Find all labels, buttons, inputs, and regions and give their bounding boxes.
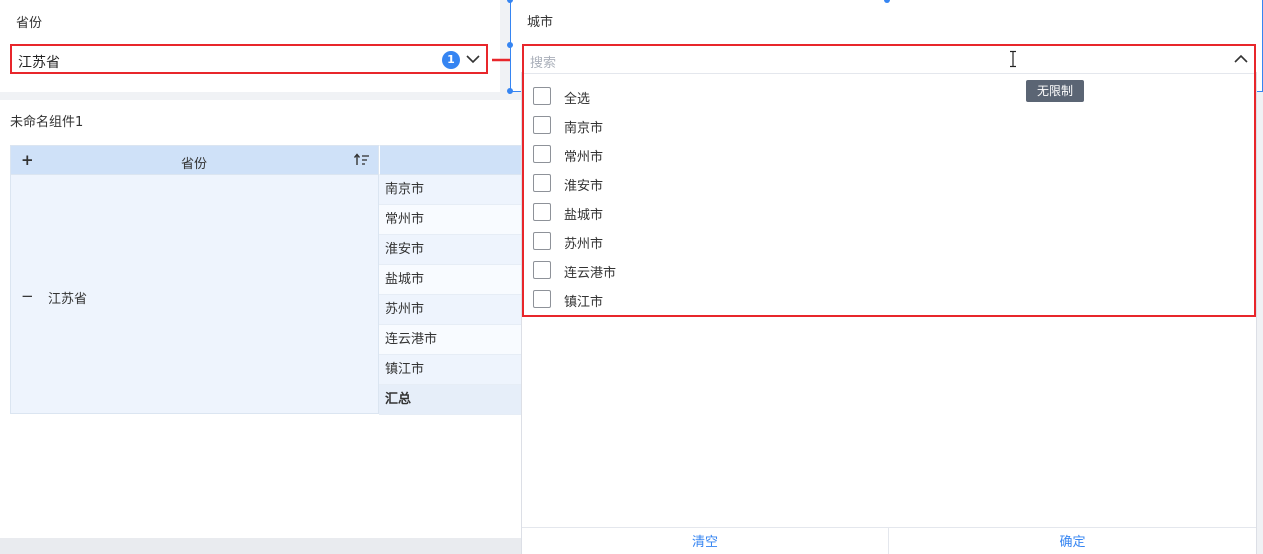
divider — [0, 92, 520, 100]
city-filter-title: 城市 — [527, 15, 554, 30]
clear-button[interactable]: 清空 — [522, 528, 889, 554]
confirm-button[interactable]: 确定 — [889, 528, 1256, 554]
selected-count-badge: 1 — [442, 51, 460, 69]
pivot-header-city — [379, 145, 522, 175]
bottom-scroll-area — [0, 538, 522, 554]
pivot-header-province: + 省份 — [10, 145, 379, 175]
city-rows: 南京市 常州市 淮安市 盐城市 苏州市 连云港市 镇江市 汇总 — [379, 175, 522, 415]
sort-icon[interactable] — [354, 153, 370, 167]
province-filter-title: 省份 — [16, 16, 43, 31]
table-row: 苏州市 — [379, 295, 522, 325]
table-row: 常州市 — [379, 205, 522, 235]
expand-plus-icon[interactable]: + — [21, 153, 34, 168]
table-row: 淮安市 — [379, 235, 522, 265]
tooltip: 无限制 — [1026, 80, 1084, 102]
pivot-header-label: 省份 — [181, 157, 208, 172]
dashboard-page: 省份 江苏省 1 未命名组件1 + 省份 − 江苏省 南京市 常州市 淮安市 盐… — [0, 0, 1263, 554]
province-select[interactable]: 江苏省 1 — [10, 44, 488, 74]
highlight-box — [522, 44, 1256, 317]
collapse-minus-icon[interactable]: − — [21, 289, 34, 304]
table-row: 镇江市 — [379, 355, 522, 385]
chevron-down-icon[interactable] — [464, 50, 482, 68]
table-row-total: 汇总 — [379, 385, 522, 415]
pivot-province-cell: − 江苏省 — [10, 175, 379, 414]
table-row: 盐城市 — [379, 265, 522, 295]
table-row: 南京市 — [379, 175, 522, 205]
table-widget: 未命名组件1 + 省份 − 江苏省 南京市 常州市 淮安市 盐城市 苏州市 连云… — [0, 100, 522, 538]
province-select-value: 江苏省 — [18, 55, 60, 71]
table-widget-title: 未命名组件1 — [10, 115, 84, 130]
province-cell-value: 江苏省 — [48, 292, 88, 307]
table-row: 连云港市 — [379, 325, 522, 355]
dropdown-footer: 清空 确定 — [522, 527, 1256, 554]
pivot-table: + 省份 − 江苏省 南京市 常州市 淮安市 盐城市 苏州市 连云港市 镇江市 … — [10, 145, 522, 415]
resize-handle[interactable] — [507, 42, 513, 48]
province-filter-widget: 省份 江苏省 1 — [0, 0, 500, 92]
resize-handle[interactable] — [507, 88, 513, 94]
